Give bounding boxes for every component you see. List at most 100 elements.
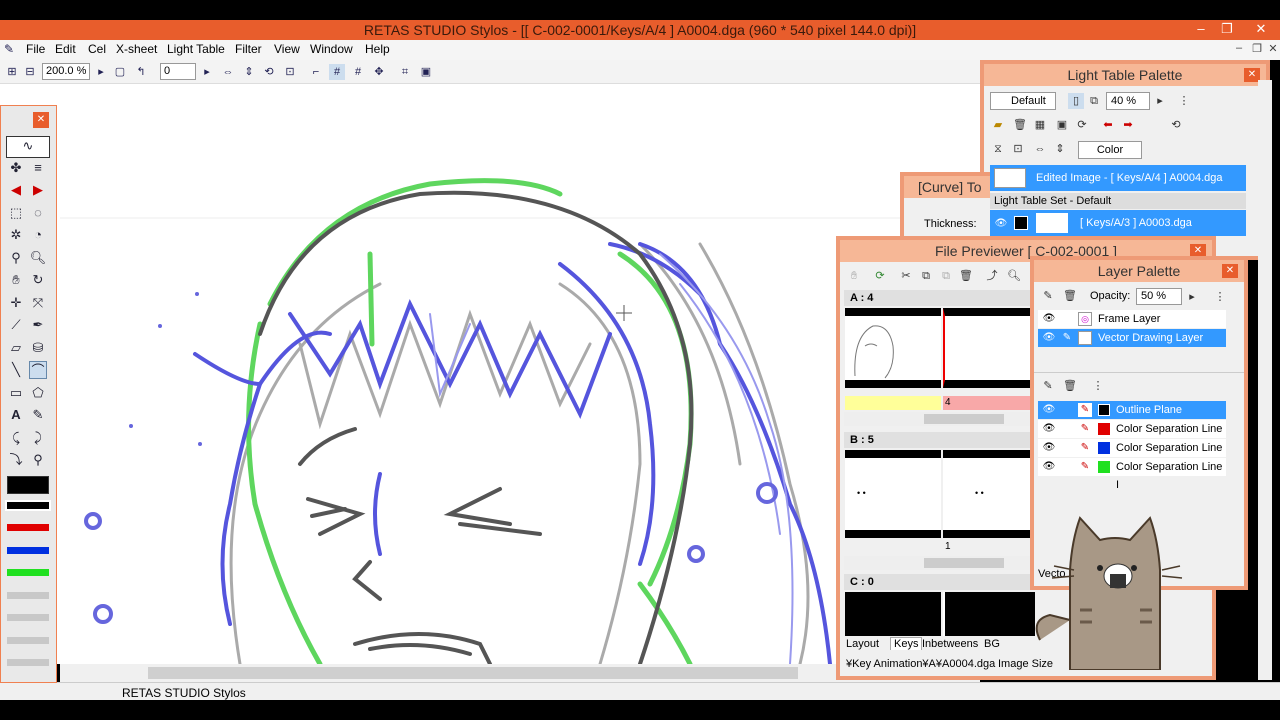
plane-pen-icon[interactable]: ✎ [1078,422,1092,436]
flip-horizontal-icon[interactable]: ⇔ [220,64,236,80]
section-a-scrollbar[interactable] [844,412,1034,426]
opacity-arrow-icon[interactable]: ▸ [1184,289,1200,305]
section-c-header[interactable]: C : 0 [844,574,1044,590]
vector-select-icon[interactable]: ⤵ [7,451,25,469]
eye-icon[interactable]: 👁︎ [1042,312,1056,326]
hand-icon[interactable]: ✋︎ [846,268,862,284]
plane-pen-icon[interactable]: ✎ [1078,403,1092,417]
tab-bg[interactable]: BG [984,638,1000,650]
plane-color-chip[interactable] [1098,461,1110,473]
horizontal-flip-icon[interactable]: ⇔ [1032,141,1048,157]
delete-layer-icon[interactable]: 🗑︎ [1062,288,1078,304]
ruler-icon[interactable]: ⌐ [308,64,324,80]
light-table-menu-icon[interactable]: ⋮ [1176,93,1192,109]
eye-icon[interactable]: 👁︎ [1042,422,1056,436]
reset-view-icon[interactable]: ⟲ [261,64,277,80]
section-a-header[interactable]: A : 4 [844,290,1044,306]
previous-arrow-icon[interactable]: ⬅ [1100,117,1116,133]
pen-pressure-icon[interactable]: ✤ [7,159,25,177]
copy-icon[interactable]: ⧉ [918,268,934,284]
layer-row-selected[interactable]: 👁︎ ✎ Vector Drawing Layer [1038,329,1226,347]
transform-icon[interactable]: ✥ [371,64,387,80]
menu-help[interactable]: Help [365,42,390,56]
line-tool-icon[interactable]: ╲ [7,361,25,379]
swatch-red[interactable] [7,524,49,531]
hourglass-icon[interactable]: ⧖ [990,141,1006,157]
brush-preview-icon[interactable]: ∿ [6,136,50,158]
zoom-out-icon[interactable]: ⊟ [22,64,38,80]
fill-select-icon[interactable]: ◔ [29,226,47,244]
swatch-empty[interactable] [7,637,49,644]
rect-select-icon[interactable]: ⬚ [7,204,25,222]
frame-thumbnail[interactable] [845,592,941,636]
tool-panel-close-button[interactable]: ✕ [33,112,49,128]
mdi-close-icon[interactable]: ✕ [1264,42,1280,58]
eye-icon[interactable]: 👁︎ [1042,441,1056,455]
rotation-input[interactable]: 0 [160,63,196,80]
polygon-tool-icon[interactable]: ⬠ [29,384,47,402]
grid-alt-icon[interactable]: # [350,64,366,80]
tab-layout[interactable]: Layout [846,638,879,650]
rotation-arrow-icon[interactable]: ▸ [199,64,215,80]
new-layer-icon[interactable]: ✎ [1040,288,1056,304]
rotate-view-icon[interactable]: ↻ [29,271,47,289]
eraser-icon[interactable]: ▱ [7,339,25,357]
vector-zoom-icon[interactable]: ⚲ [29,451,47,469]
swatch-blue[interactable] [7,547,49,554]
hand-icon[interactable]: ✋︎ [7,271,25,289]
paste-icon[interactable]: ⧉ [938,268,954,284]
flip-vertical-icon[interactable]: ⇕ [241,64,257,80]
plane-pen-icon[interactable]: ✎ [1078,460,1092,474]
swatch-empty[interactable] [7,614,49,621]
zoom-input[interactable]: 200.0 % [42,63,90,80]
layer-opacity-input[interactable]: 50 % [1136,288,1182,305]
rotate-icon[interactable]: ↰ [133,64,149,80]
zoom-tool-icon[interactable]: ⚲ [7,249,25,267]
plane-row[interactable]: 👁︎ ✎ Color Separation Line I [1038,439,1226,472]
zoom-in-icon[interactable]: ⊞ [4,64,20,80]
swatch-empty[interactable] [7,659,49,666]
section-b-scrollbar[interactable] [844,556,1034,570]
grid-icon[interactable]: # [329,64,345,80]
menu-light-table[interactable]: Light Table [167,42,225,56]
swatch-empty[interactable] [7,592,49,599]
frame-thumbnail[interactable] [943,592,1035,636]
swatch-green[interactable] [7,569,49,576]
menu-filter[interactable]: Filter [235,42,262,56]
page-icon[interactable]: ▯ [1068,93,1084,109]
section-b-header[interactable]: B : 5 [844,432,1044,448]
scrollbar-thumb[interactable] [148,667,798,679]
new-plane-icon[interactable]: ✎ [1040,378,1056,394]
plane-pen-icon[interactable]: ✎ [1078,441,1092,455]
previous-frame-icon[interactable]: ◀ [7,181,25,199]
swatch-black[interactable] [5,500,51,511]
layer-palette-close-button[interactable]: ✕ [1222,264,1238,278]
restore-button[interactable]: ❐ [1212,20,1242,40]
light-table-layer-row[interactable]: [ Keys/A/3 ] A0003.dga [990,210,1246,236]
menu-window[interactable]: Window [310,42,353,56]
plane-row[interactable]: 👁︎ ✎ Color Separation Line I [1038,458,1226,491]
tab-keys[interactable]: Keys [890,637,923,650]
safe-frame-icon[interactable]: ▣ [418,64,434,80]
eye-icon[interactable]: 👁︎ [994,217,1008,231]
plane-row[interactable]: 👁︎ ✎ Color Separation Line I [1038,420,1226,453]
menu-edit[interactable]: Edit [55,42,76,56]
next-arrow-icon[interactable]: ➡ [1120,117,1136,133]
right-scrollbar[interactable] [1258,80,1272,680]
opacity-arrow-icon[interactable]: ▸ [1152,93,1168,109]
rectangle-tool-icon[interactable]: ▭ [7,384,25,402]
tab-inbetweens[interactable]: Inbetweens [922,638,978,650]
plane-color-chip[interactable] [1098,423,1110,435]
center-icon[interactable]: ⊡ [282,64,298,80]
plane-row-selected[interactable]: 👁︎ ✎ Outline Plane [1038,401,1226,419]
layer-row[interactable]: 👁︎ ◎ Frame Layer [1038,310,1226,328]
plane-color-chip[interactable] [1098,442,1110,454]
menu-xsheet[interactable]: X-sheet [116,42,157,56]
eye-icon[interactable]: 👁︎ [1042,403,1056,417]
menu-cel[interactable]: Cel [88,42,106,56]
eye-icon[interactable]: 👁︎ [1042,331,1056,345]
plane-menu-icon[interactable]: ⋮ [1090,378,1106,394]
app-icon[interactable]: ✎ [4,42,22,56]
close-button[interactable]: ✕ [1242,20,1280,40]
magic-wand-icon[interactable]: ✲ [7,226,25,244]
